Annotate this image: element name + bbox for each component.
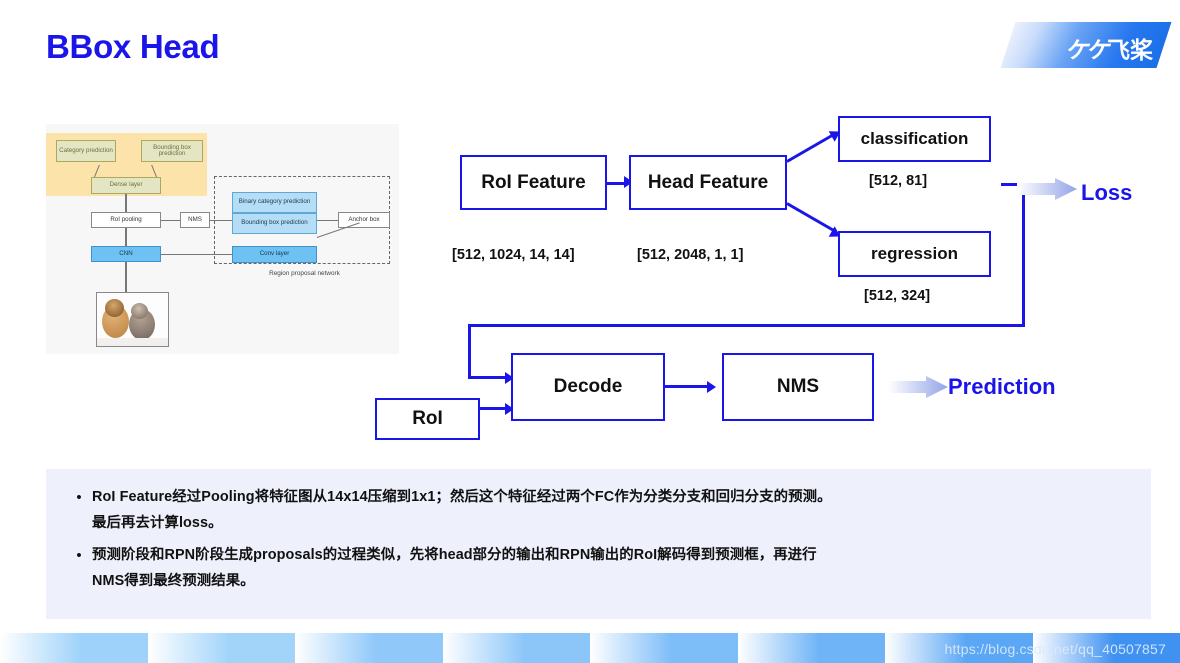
ref-box-nms: NMS — [180, 212, 210, 228]
slide-canvas: BBox Head ケケ飞桨 Category prediction Bound… — [0, 0, 1180, 663]
note-line: 预测阶段和RPN阶段生成proposals的过程类似，先将head部分的输出和R… — [92, 547, 817, 564]
shape-label-roi-feature: [512, 1024, 14, 14] — [452, 247, 575, 263]
dog-head — [105, 299, 124, 317]
ref-box-anchor-box: Anchor box — [338, 212, 390, 228]
connector-decode-to-nms — [665, 385, 710, 388]
flow-box-regression[interactable]: regression — [838, 231, 991, 277]
ref-box-conv-layer: Conv layer — [232, 246, 317, 263]
footer-segment — [147, 633, 295, 663]
ref-box-bounding-box-prediction: Bounding box prediction — [141, 140, 203, 162]
flow-box-nms[interactable]: NMS — [722, 353, 874, 421]
note-item: • 预测阶段和RPN阶段生成proposals的过程类似，先将head部分的输出… — [66, 543, 1131, 594]
loss-arrow-icon — [1017, 178, 1077, 200]
flow-box-roi[interactable]: RoI — [375, 398, 480, 440]
note-bullet: • — [76, 547, 82, 565]
ref-line — [125, 228, 127, 246]
ref-line — [125, 262, 127, 292]
dog-and-cat-photo — [96, 292, 169, 347]
connector-feedback-horizontal — [468, 324, 1025, 327]
photo-ground — [97, 338, 168, 346]
output-label-prediction: Prediction — [948, 374, 1056, 399]
ref-box-roi-pooling: RoI pooling — [91, 212, 161, 228]
ref-line — [210, 220, 232, 222]
ref-box-binary-category-prediction: Binary category prediction — [232, 192, 317, 213]
note-item: • RoI Feature经过Pooling将特征图从14x14压缩到1x1；然… — [66, 485, 1131, 536]
note-text: 预测阶段和RPN阶段生成proposals的过程类似，先将head部分的输出和R… — [92, 543, 817, 594]
cat-head — [131, 303, 148, 319]
page-title: BBox Head — [46, 28, 220, 65]
flow-box-roi-feature[interactable]: RoI Feature — [460, 155, 607, 210]
note-line: NMS得到最终预测结果。 — [92, 572, 255, 589]
footer-segment — [737, 633, 885, 663]
note-line: 最后再去计算loss。 — [92, 514, 223, 531]
connector-feedback-into-decode — [468, 376, 508, 379]
ref-line — [317, 220, 338, 222]
footer-segment — [590, 633, 738, 663]
shape-label-head-feature: [512, 2048, 1, 1] — [637, 247, 744, 263]
faster-rcnn-architecture-figure: Category prediction Bounding box predict… — [46, 124, 399, 354]
shape-label-regression: [512, 324] — [864, 288, 931, 304]
ref-box-bbox-prediction-rpn: Bounding box prediction — [232, 213, 317, 234]
note-bullet: • — [76, 489, 82, 506]
flow-box-decode[interactable]: Decode — [511, 353, 665, 421]
ref-figure-caption: Region proposal network — [269, 270, 340, 277]
ref-box-category-prediction: Category prediction — [56, 140, 116, 162]
connector-roi-to-decode — [480, 407, 508, 410]
logo-text: ケケ飞桨 — [1065, 38, 1154, 64]
connector-loss-vertical — [1022, 183, 1025, 326]
shape-label-classification: [512, 81] — [869, 173, 928, 189]
output-label-loss: Loss — [1081, 180, 1133, 205]
flow-box-head-feature[interactable]: Head Feature — [629, 155, 787, 210]
watermark-text: https://blog.csdn.net/qq_40507857 — [944, 641, 1166, 657]
ref-line — [161, 254, 232, 256]
footer-segment — [0, 633, 148, 663]
paddlepaddle-logo: ケケ飞桨 — [1000, 22, 1172, 68]
ref-box-cnn: CNN — [91, 246, 161, 262]
connector-head-to-classification — [786, 131, 838, 163]
ref-line — [125, 194, 127, 212]
connector-head-to-regression — [786, 202, 838, 234]
note-text: RoI Feature经过Pooling将特征图从14x14压缩到1x1；然后这… — [92, 485, 832, 536]
arrowhead-decode-to-nms — [707, 380, 716, 393]
notes-panel: • RoI Feature经过Pooling将特征图从14x14压缩到1x1；然… — [46, 469, 1151, 619]
logo-cn-text: 飞桨 — [1107, 38, 1154, 64]
footer-segment — [295, 633, 443, 663]
footer-segment — [442, 633, 590, 663]
flow-box-classification[interactable]: classification — [838, 116, 991, 162]
prediction-arrow-icon — [888, 376, 948, 398]
connector-feedback-vertical — [468, 324, 471, 379]
note-line: RoI Feature经过Pooling将特征图从14x14压缩到1x1；然后这… — [92, 489, 832, 505]
ref-box-dense-layer: Dense layer — [91, 177, 161, 194]
ref-line — [161, 220, 180, 222]
